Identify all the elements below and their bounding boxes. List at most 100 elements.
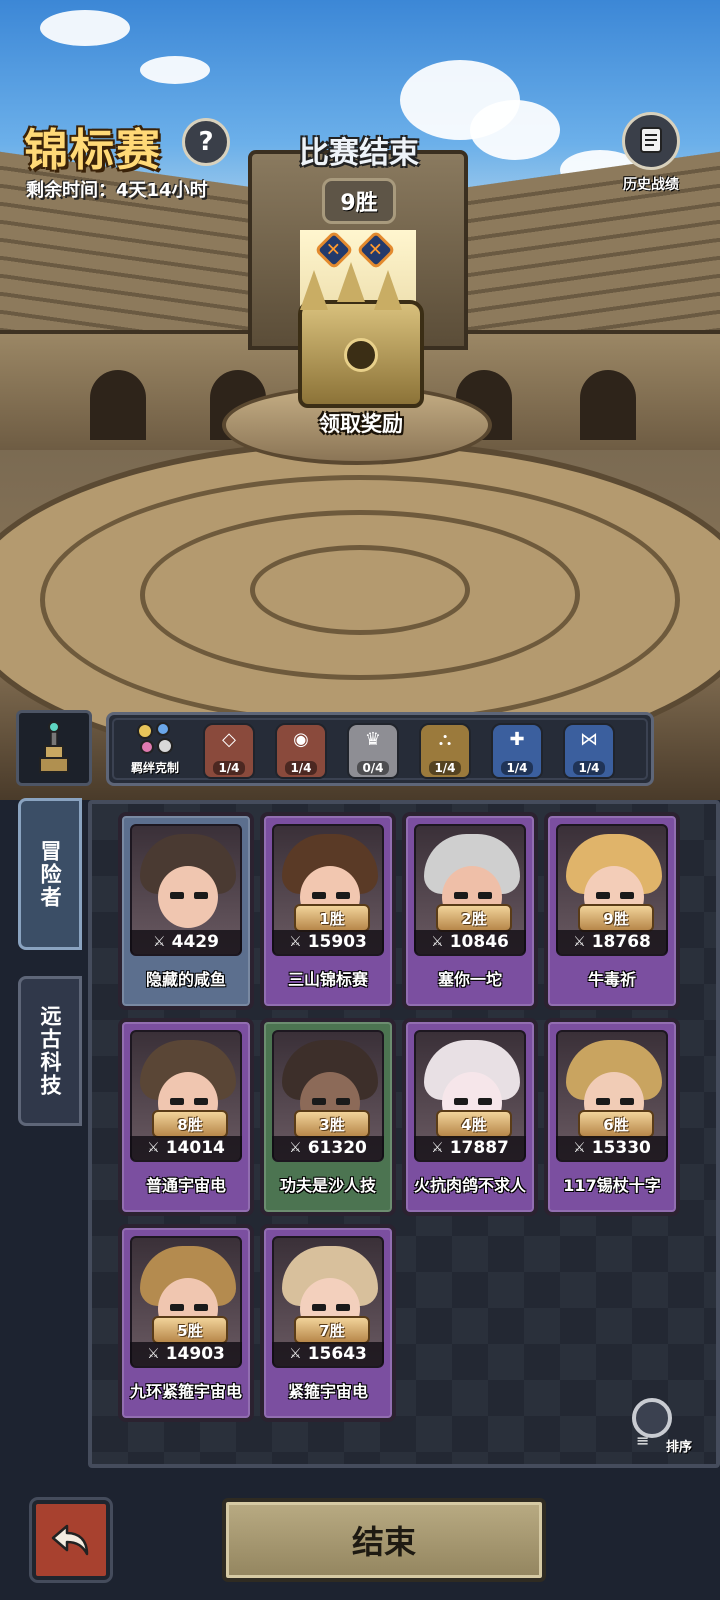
sort-button[interactable]: ≡ 排序 (622, 1398, 704, 1458)
power-icon: ⚔ (147, 1346, 160, 1362)
power-row: ⚔ 18768 (556, 930, 668, 954)
claim-reward-label[interactable]: 领取奖励 (296, 408, 426, 438)
power-row: ⚔ 14903 (130, 1342, 242, 1366)
player-card[interactable]: ⚔ 4429 隐藏的咸鱼 (118, 812, 254, 1010)
power-value: 4429 (171, 932, 219, 952)
player-name: 火抗肉鸽不求人 (413, 1176, 526, 1195)
win-count-badge: 4胜 (436, 1110, 512, 1138)
sort-label: 排序 (666, 1440, 693, 1455)
power-icon: ⚔ (147, 1140, 160, 1156)
win-count-badge: 5胜 (152, 1316, 228, 1344)
win-count-badge: 7胜 (294, 1316, 370, 1344)
tower-icon (39, 721, 69, 773)
cross-icon: ✕ (326, 239, 342, 261)
page-title: 锦标赛 (24, 125, 162, 176)
end-button[interactable]: 结束 (222, 1498, 546, 1582)
player-name: 隐藏的咸鱼 (145, 970, 226, 989)
power-value: 15330 (591, 1138, 651, 1158)
player-name: 九环紧箍宇宙电 (129, 1382, 242, 1401)
synergy-item[interactable]: ♛ 0/4 (347, 723, 399, 779)
tab-ancient-tech[interactable]: 远古科技 (18, 976, 82, 1126)
power-value: 61320 (307, 1138, 367, 1158)
power-icon: ⚔ (573, 1140, 586, 1156)
power-value: 17887 (449, 1138, 509, 1158)
win-count-badge: 3胜 (294, 1110, 370, 1138)
history-record-button[interactable]: 历史战绩 (610, 112, 692, 196)
power-row: ⚔ 10846 (414, 930, 526, 954)
help-button[interactable]: ? (182, 118, 230, 166)
player-name: 普通宇宙电 (145, 1176, 226, 1195)
power-row: ⚔ 17887 (414, 1136, 526, 1160)
bond-counter-label: 羁绊克制 (130, 761, 179, 775)
back-button[interactable] (32, 1500, 110, 1580)
power-row: ⚔ 15903 (272, 930, 384, 954)
question-icon: ? (198, 127, 214, 157)
power-icon: ⚔ (289, 1140, 302, 1156)
player-card[interactable]: 9胜 ⚔ 18768 牛毒祈 (544, 812, 680, 1010)
power-value: 10846 (449, 932, 509, 952)
power-row: ⚔ 4429 (130, 930, 242, 954)
synergy-count: 1/4 (213, 761, 245, 775)
flame-icon: ⛬ (438, 729, 452, 750)
power-value: 15643 (307, 1344, 367, 1364)
player-name: 紧箍宇宙电 (287, 1382, 368, 1401)
power-row: ⚔ 61320 (272, 1136, 384, 1160)
player-card[interactable]: 7胜 ⚔ 15643 紧箍宇宙电 (260, 1224, 396, 1422)
synergy-item[interactable]: ⛬ 1/4 (419, 723, 471, 779)
cross-icon: ✕ (368, 239, 384, 261)
win-count-badge: 8胜 (152, 1110, 228, 1138)
win-count-badge: 2胜 (436, 904, 512, 932)
player-name: 牛毒祈 (587, 970, 636, 989)
diamond-icon: ◇ (222, 729, 236, 750)
eye-icon: ◉ (293, 729, 309, 750)
player-card[interactable]: 2胜 ⚔ 10846 塞你一坨 (402, 812, 538, 1010)
bond-counter-button[interactable]: 羁绊克制 (119, 719, 191, 783)
power-value: 15903 (307, 932, 367, 952)
synergy-count: 1/4 (285, 761, 317, 775)
power-value: 18768 (591, 932, 651, 952)
synergy-count: 0/4 (357, 761, 389, 775)
power-value: 14903 (165, 1344, 225, 1364)
back-arrow-icon (51, 1524, 89, 1556)
bond-icon (137, 722, 173, 754)
player-card[interactable]: 5胜 ⚔ 14903 九环紧箍宇宙电 (118, 1224, 254, 1422)
crown-icon: ♛ (364, 729, 382, 750)
player-name: 三山锦标赛 (287, 970, 368, 989)
player-card[interactable]: 6胜 ⚔ 15330 117锡杖十字 (544, 1018, 680, 1216)
spiral-icon: ✚ (509, 729, 525, 750)
power-row: ⚔ 14014 (130, 1136, 242, 1160)
synergy-count: 1/4 (501, 761, 533, 775)
history-record-label: 历史战绩 (623, 177, 679, 193)
power-value: 14014 (165, 1138, 225, 1158)
win-count-badge: 6胜 (578, 1110, 654, 1138)
wins-badge: 9胜 (322, 178, 396, 224)
power-icon: ⚔ (289, 934, 302, 950)
synergy-item[interactable]: ✚ 1/4 (491, 723, 543, 779)
player-name: 功夫是沙人技 (279, 1176, 376, 1195)
synergy-item[interactable]: ⋈ 1/4 (563, 723, 615, 779)
player-card[interactable]: 4胜 ⚔ 17887 火抗肉鸽不求人 (402, 1018, 538, 1216)
tower-button[interactable] (16, 710, 92, 786)
synergy-bar: 羁绊克制 ◇ 1/4 ◉ 1/4 ♛ 0/4 ⛬ 1/4 ✚ 1/4 ⋈ 1/4 (106, 712, 654, 786)
time-remaining: 剩余时间：4天14小时 (26, 180, 208, 201)
synergy-item[interactable]: ◉ 1/4 (275, 723, 327, 779)
power-icon: ⚔ (573, 934, 586, 950)
bowtie-icon: ⋈ (580, 729, 598, 750)
win-count-badge: 9胜 (578, 904, 654, 932)
win-count-badge: 1胜 (294, 904, 370, 932)
power-row: ⚔ 15643 (272, 1342, 384, 1366)
list-icon: ≡ (636, 1431, 650, 1450)
player-card[interactable]: 3胜 ⚔ 61320 功夫是沙人技 (260, 1018, 396, 1216)
player-card[interactable]: 8胜 ⚔ 14014 普通宇宙电 (118, 1018, 254, 1216)
power-icon: ⚔ (289, 1346, 302, 1362)
scroll-icon (622, 112, 680, 170)
synergy-item[interactable]: ◇ 1/4 (203, 723, 255, 779)
power-icon: ⚔ (431, 934, 444, 950)
player-name: 117锡杖十字 (563, 1176, 661, 1195)
reward-chest[interactable] (298, 262, 424, 408)
tab-adventurer[interactable]: 冒险者 (18, 798, 82, 950)
power-row: ⚔ 15330 (556, 1136, 668, 1160)
player-card[interactable]: 1胜 ⚔ 15903 三山锦标赛 (260, 812, 396, 1010)
match-status: 比赛结束 (299, 136, 419, 171)
synergy-count: 1/4 (573, 761, 605, 775)
